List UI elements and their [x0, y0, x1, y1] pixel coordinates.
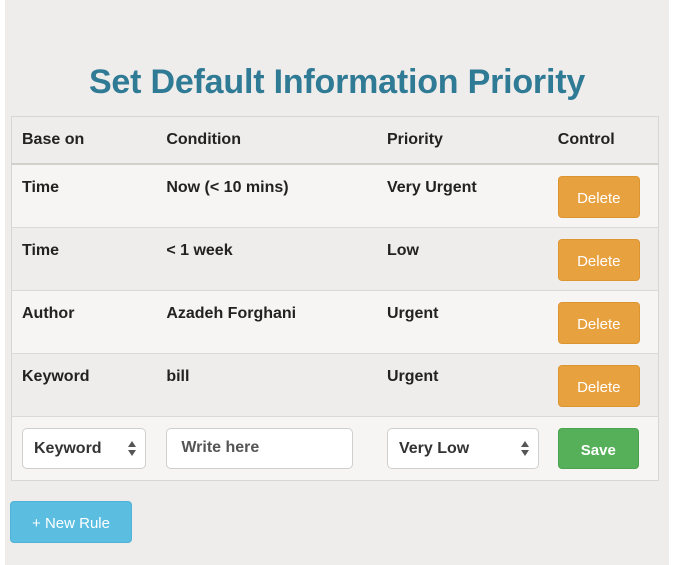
delete-button[interactable]: Delete — [557, 238, 640, 281]
cell-condition-input — [156, 415, 377, 480]
up-down-chevron-icon — [520, 440, 529, 457]
table-row: Time < 1 week Low Delete — [11, 226, 659, 290]
cell-control: Delete — [547, 163, 659, 227]
cell-save: Save — [547, 415, 659, 480]
cell-priority: Urgent — [376, 289, 548, 353]
condition-input[interactable] — [166, 427, 354, 469]
cell-base-on: Keyword — [11, 352, 157, 416]
page-title: Set Default Information Priority — [88, 63, 586, 101]
base-on-select[interactable]: Keyword — [22, 427, 146, 469]
priority-select[interactable]: Very Low — [386, 427, 539, 469]
cell-control: Delete — [547, 226, 659, 290]
table-row: Time Now (< 10 mins) Very Urgent Delete — [11, 163, 659, 227]
cell-condition: bill — [156, 352, 377, 416]
delete-button[interactable]: Delete — [557, 176, 640, 218]
delete-button[interactable]: Delete — [557, 301, 640, 344]
header-base-on: Base on — [11, 116, 157, 165]
up-down-chevron-icon — [128, 440, 136, 457]
cell-condition: Now (< 10 mins) — [156, 163, 377, 227]
rules-panel: Set Default Information Priority Base on… — [5, 0, 669, 565]
new-rule-button[interactable]: + New Rule — [10, 501, 132, 543]
table-header-row: Base on Condition Priority Control — [11, 116, 659, 165]
table-row: Author Azadeh Forghani Urgent Delete — [11, 289, 659, 353]
cell-control: Delete — [547, 352, 659, 416]
cell-priority: Low — [376, 226, 548, 290]
priority-select-value: Very Low — [398, 439, 470, 457]
cell-condition: Azadeh Forghani — [156, 289, 377, 353]
header-control: Control — [547, 116, 659, 165]
base-on-select-value: Keyword — [34, 439, 102, 457]
cell-base-on: Author — [11, 289, 157, 353]
cell-priority: Urgent — [376, 352, 548, 416]
cell-condition: < 1 week — [156, 226, 377, 290]
cell-priority: Very Urgent — [376, 163, 548, 227]
new-rule-row: Keyword Very Low Save — [11, 415, 659, 480]
priority-rules-table: Base on Condition Priority Control Time … — [11, 116, 659, 481]
cell-base-on: Time — [11, 226, 157, 290]
table-row: Keyword bill Urgent Delete — [11, 352, 659, 416]
cell-priority-select: Very Low — [376, 415, 548, 480]
cell-control: Delete — [547, 289, 659, 353]
cell-base-on-select: Keyword — [11, 415, 157, 480]
delete-button[interactable]: Delete — [557, 364, 640, 407]
header-condition: Condition — [156, 116, 377, 165]
cell-base-on: Time — [11, 163, 157, 227]
header-priority: Priority — [376, 116, 548, 165]
save-button[interactable]: Save — [557, 427, 639, 469]
